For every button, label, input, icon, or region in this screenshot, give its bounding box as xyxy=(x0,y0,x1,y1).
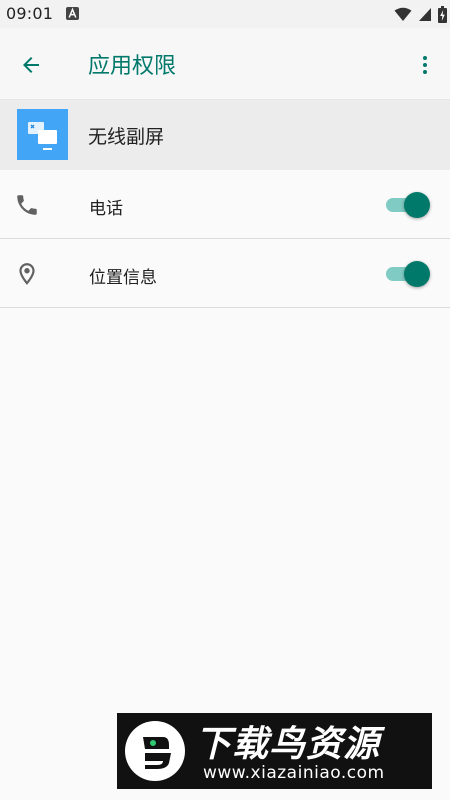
signal-icon xyxy=(419,7,431,21)
phone-icon xyxy=(17,195,37,215)
toggle-thumb xyxy=(404,261,430,287)
permission-row-phone[interactable]: 电话 xyxy=(0,171,450,239)
app-bar: 应用权限 xyxy=(0,28,450,100)
a-letter-icon xyxy=(66,7,79,20)
watermark-url: www.xiazainiao.com xyxy=(203,763,385,783)
phone-permission-toggle[interactable] xyxy=(386,192,430,218)
more-options-button[interactable] xyxy=(410,50,440,80)
status-icons xyxy=(394,5,447,23)
arrow-back-icon xyxy=(23,57,39,73)
more-vert-icon xyxy=(423,56,427,74)
permission-label: 位置信息 xyxy=(89,268,157,288)
back-button[interactable] xyxy=(16,50,46,80)
battery-charging-icon xyxy=(438,5,447,23)
status-time: 09:01 xyxy=(6,4,54,23)
watermark-banner: 下载鸟资源 www.xiazainiao.com xyxy=(117,713,432,789)
bird-logo-icon xyxy=(125,721,185,781)
location-permission-toggle[interactable] xyxy=(386,261,430,287)
page-title: 应用权限 xyxy=(88,54,177,79)
app-header: 无线副屏 xyxy=(0,100,450,170)
permission-label: 电话 xyxy=(89,199,123,219)
watermark-title: 下载鸟资源 xyxy=(195,724,381,765)
status-bar: 09:01 xyxy=(0,0,450,28)
location-pin-icon xyxy=(19,263,35,285)
wireless-display-app-icon xyxy=(17,109,68,160)
permission-row-location[interactable]: 位置信息 xyxy=(0,240,450,308)
wifi-icon xyxy=(394,7,412,21)
app-name: 无线副屏 xyxy=(88,126,165,148)
toggle-thumb xyxy=(404,192,430,218)
